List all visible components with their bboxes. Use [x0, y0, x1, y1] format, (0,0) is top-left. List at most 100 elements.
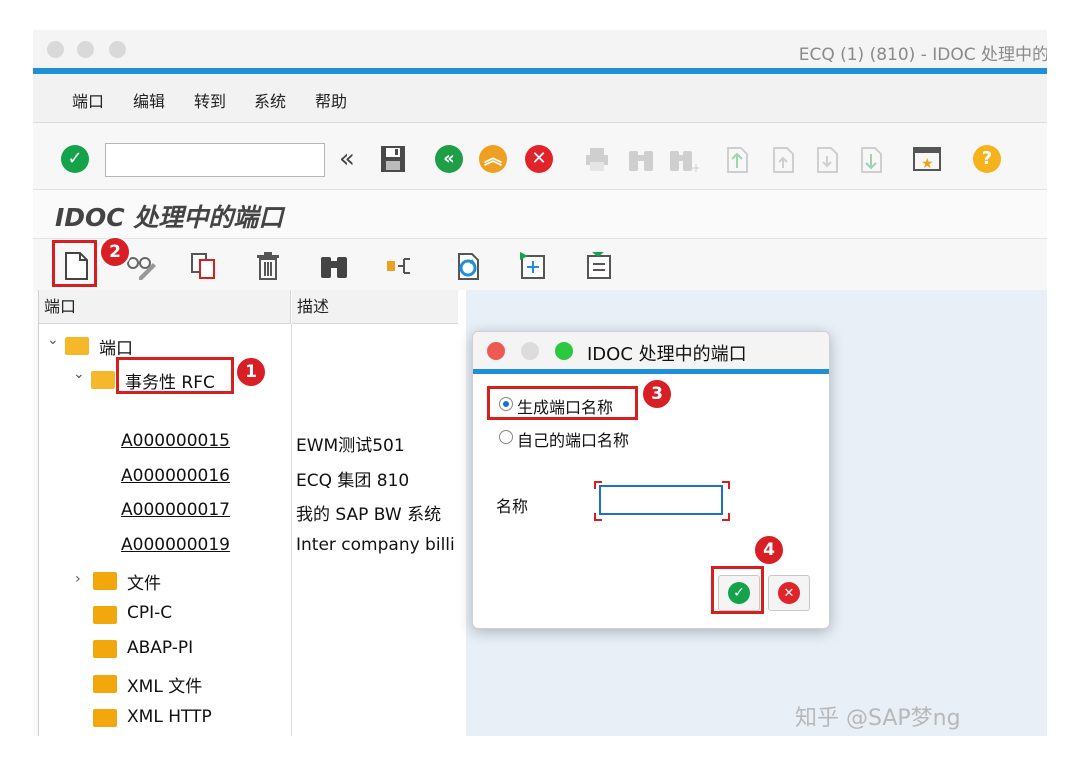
column-separator — [291, 324, 292, 736]
folder-icon — [93, 640, 117, 658]
refresh-document-icon — [458, 253, 479, 280]
page-title: IDOC 处理中的端口 — [55, 203, 284, 232]
collapse-button[interactable] — [581, 249, 615, 283]
option-own-port-name[interactable]: 自己的端口名称 — [517, 427, 629, 451]
save-button[interactable] — [377, 143, 409, 175]
annotation-badge-4: 4 — [753, 534, 785, 566]
next-page-button — [811, 143, 843, 175]
menu-help[interactable]: 帮助 — [315, 88, 347, 112]
dialog-title: IDOC 处理中的端口 — [587, 344, 747, 365]
page-down-last-icon — [861, 147, 882, 173]
tree-node-xml-file[interactable]: XML 文件 — [127, 672, 202, 697]
port-description: ECQ 集团 810 — [296, 471, 410, 491]
menu-bar: 端口 编辑 转到 系统 帮助 — [33, 74, 1047, 123]
find-button — [625, 143, 657, 175]
port-description: 我的 SAP BW 系统 — [296, 505, 442, 525]
standard-toolbar: ✓ « « ︽ ✕ + ★ ? — [33, 123, 1047, 190]
print-icon — [586, 148, 608, 171]
double-chevron-left-icon: « — [339, 144, 355, 174]
application-toolbar — [33, 238, 1047, 291]
title-bar: ECQ (1) (810) - IDOC 处理中的 — [33, 30, 1047, 70]
tree-node-abap-pi[interactable]: ABAP-PI — [127, 638, 193, 658]
window-title: ECQ (1) (810) - IDOC 处理中的 — [798, 45, 1047, 65]
create-shortcut-button[interactable]: ★ — [911, 143, 943, 175]
history-button[interactable]: « — [331, 143, 363, 175]
close-window-button[interactable] — [47, 41, 64, 58]
port-link[interactable]: A000000015 — [121, 431, 230, 451]
find-next-button: + — [667, 143, 699, 175]
zoom-window-button[interactable] — [109, 41, 126, 58]
trash-icon — [257, 252, 279, 280]
refresh-button[interactable] — [451, 249, 485, 283]
tree-node-cpic[interactable]: CPI-C — [127, 603, 172, 623]
expand-button[interactable] — [515, 249, 549, 283]
expand-tree-icon — [520, 252, 545, 279]
folder-open-icon — [65, 337, 89, 355]
annotation-badge-1: 1 — [235, 356, 267, 388]
chevron-down-icon[interactable]: ⌄ — [47, 332, 59, 348]
exit-button[interactable]: ︽ — [477, 143, 509, 175]
menu-edit[interactable]: 编辑 — [133, 88, 165, 112]
annotation-box-create — [52, 240, 97, 287]
close-icon: ✕ — [525, 145, 553, 173]
dialog-close-button[interactable] — [487, 342, 505, 360]
column-header-port[interactable]: 端口 — [39, 290, 291, 324]
page-up-first-icon — [727, 147, 748, 173]
port-link[interactable]: A000000016 — [121, 466, 230, 486]
radio-own-port-name[interactable] — [499, 430, 513, 444]
collapse-tree-icon — [587, 252, 611, 279]
svg-text:+: + — [691, 161, 699, 173]
binoculars-icon — [629, 151, 653, 171]
tree-node-xml-http[interactable]: XML HTTP — [127, 707, 212, 727]
distribute-button[interactable] — [383, 249, 417, 283]
name-label: 名称 — [496, 497, 529, 516]
tree-node-file[interactable]: 文件 — [127, 569, 161, 594]
port-description: EWM测试501 — [296, 436, 405, 456]
check-icon: ✓ — [61, 145, 89, 173]
command-field[interactable] — [105, 143, 325, 177]
required-marker — [594, 481, 602, 489]
folder-icon — [93, 675, 117, 693]
cancel-dialog-button[interactable]: ✕ — [768, 575, 810, 611]
save-icon — [381, 146, 405, 172]
port-dialog: IDOC 处理中的端口 生成端口名称 自己的端口名称 名称 ✓ ✕ — [472, 331, 830, 629]
svg-text:★: ★ — [921, 156, 934, 172]
chevron-down-icon[interactable]: ⌄ — [73, 366, 85, 382]
menu-port[interactable]: 端口 — [72, 88, 104, 112]
menu-system[interactable]: 系统 — [254, 88, 286, 112]
copy-button[interactable] — [187, 249, 221, 283]
enter-button[interactable]: ✓ — [59, 143, 91, 175]
port-link[interactable]: A000000019 — [121, 535, 230, 555]
port-description: Inter company billi — [296, 535, 455, 555]
tree-node-root[interactable]: 端口 — [99, 334, 133, 359]
help-button[interactable]: ? — [971, 143, 1003, 175]
previous-page-button — [767, 143, 799, 175]
print-button — [581, 143, 613, 175]
double-chevron-left-green-icon: « — [435, 145, 463, 173]
dialog-zoom-button[interactable] — [555, 342, 573, 360]
branch-arrows-icon — [387, 258, 410, 274]
minimize-window-button[interactable] — [77, 41, 94, 58]
dialog-accent-line — [473, 369, 829, 374]
column-header-description[interactable]: 描述 — [292, 290, 458, 324]
double-chevron-up-icon: ︽ — [479, 145, 507, 173]
close-icon: ✕ — [778, 582, 800, 604]
binoculars-plus-icon: + — [670, 151, 699, 173]
copy-icon — [191, 253, 215, 279]
annotation-box-generate — [487, 386, 638, 420]
name-input[interactable] — [599, 485, 723, 515]
folder-icon — [93, 606, 117, 624]
menu-goto[interactable]: 转到 — [194, 88, 226, 112]
port-link[interactable]: A000000017 — [121, 500, 230, 520]
first-page-button — [721, 143, 753, 175]
required-marker — [722, 481, 730, 489]
chevron-right-icon[interactable]: › — [75, 571, 81, 587]
annotation-badge-3: 3 — [641, 378, 673, 410]
cancel-button[interactable]: ✕ — [523, 143, 555, 175]
page-up-icon — [773, 147, 794, 173]
back-button[interactable]: « — [433, 143, 465, 175]
delete-button[interactable] — [251, 249, 285, 283]
folder-icon — [93, 572, 117, 590]
search-button[interactable] — [317, 249, 351, 283]
annotation-box-rfc — [116, 357, 234, 394]
